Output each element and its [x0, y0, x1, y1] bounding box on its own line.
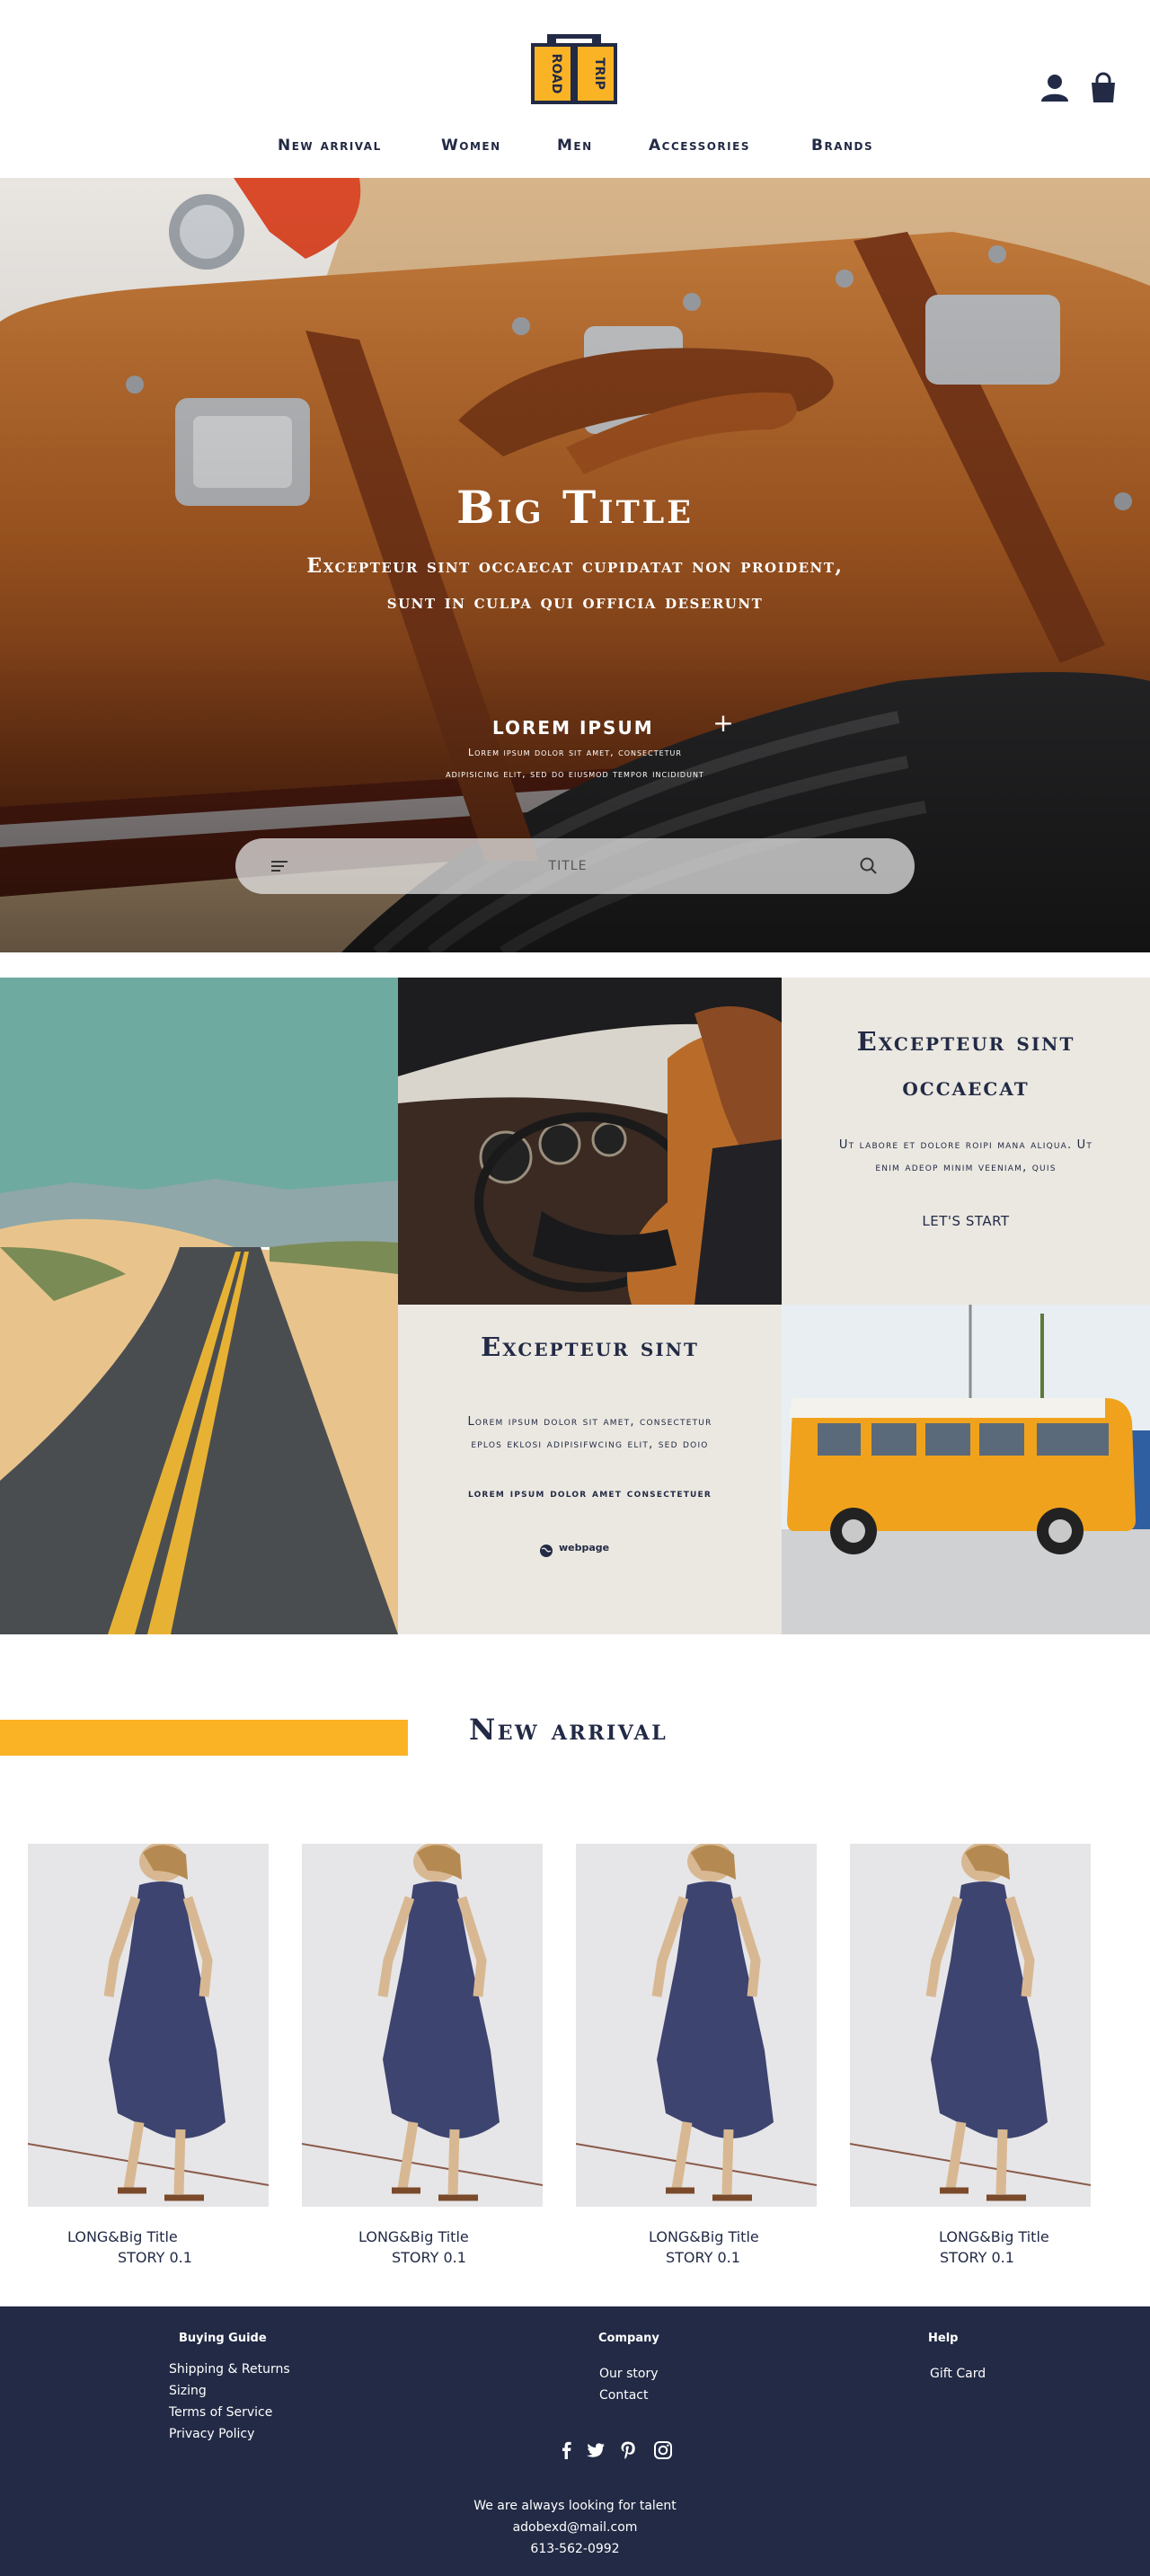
- product-title[interactable]: LONG&Big Title: [649, 2228, 759, 2245]
- footer-link-terms[interactable]: Terms of Service: [169, 2405, 272, 2420]
- search-input[interactable]: [298, 849, 837, 883]
- menu-icon[interactable]: [271, 858, 289, 874]
- hero-subtitle: Excepteur sint occaecat cupidatat non pr…: [216, 548, 934, 620]
- promo2-text-line1: Lorem ipsum dolor sit amet, consectetur: [467, 1415, 712, 1429]
- promo1-title-line2: occaecat: [902, 1071, 1030, 1102]
- facebook-icon[interactable]: [557, 2440, 577, 2460]
- footer-email-link[interactable]: adobexd@mail.com: [0, 2520, 1150, 2535]
- new-arrival-title: New arrival: [469, 1713, 668, 1747]
- product-card[interactable]: [28, 1844, 269, 2266]
- hero-small-text-line2: adipisicing elit, sed do eiusmod tempor …: [446, 768, 704, 780]
- hero-title: Big Title: [456, 481, 694, 534]
- footer-phone: 613-562-0992: [530, 2542, 620, 2556]
- footer-link-shipping-returns[interactable]: Shipping & Returns: [169, 2362, 290, 2377]
- footer-link-our-story[interactable]: Our story: [599, 2367, 659, 2381]
- hero-small-title: LOREM IPSUM: [492, 717, 654, 739]
- nav-accessories[interactable]: Accessories: [649, 137, 750, 155]
- user-icon[interactable]: [1039, 72, 1071, 104]
- product-story: STORY 0.1: [666, 2249, 740, 2266]
- logo-text-road: ROAD: [549, 54, 563, 94]
- promo1-title: Excepteur sint occaecat: [782, 1019, 1150, 1109]
- main-nav: New arrival Women Men Accessories Brands: [0, 137, 1150, 164]
- promo-card-2: Excepteur sint Lorem ipsum dolor sit ame…: [398, 1305, 782, 1634]
- road-trip-logo[interactable]: ROAD TRIP: [529, 34, 619, 106]
- product-title[interactable]: LONG&Big Title: [358, 2228, 469, 2245]
- footer-heading-help: Help: [928, 2332, 959, 2345]
- footer-link-gift-card[interactable]: Gift Card: [930, 2367, 986, 2381]
- nav-brands[interactable]: Brands: [811, 137, 873, 155]
- promo2-text: Lorem ipsum dolor sit amet, consectetur …: [416, 1411, 764, 1456]
- product-story: STORY 0.1: [118, 2249, 192, 2266]
- webpage-link-text: webpage: [559, 1542, 610, 1554]
- product-image[interactable]: [850, 1844, 1091, 2207]
- plus-icon[interactable]: +: [712, 711, 735, 736]
- site-footer: Buying Guide Shipping & Returns Sizing T…: [0, 2306, 1150, 2576]
- nav-men[interactable]: Men: [557, 137, 593, 155]
- promo-card-1: Excepteur sint occaecat Ut labore et dol…: [782, 978, 1150, 1305]
- footer-link-sizing[interactable]: Sizing: [169, 2384, 207, 2398]
- nav-new-arrival[interactable]: New arrival: [278, 137, 382, 155]
- search-icon[interactable]: [859, 856, 879, 876]
- product-card[interactable]: [576, 1844, 817, 2266]
- product-card[interactable]: [302, 1844, 543, 2266]
- promo1-text-line2: enim adeop minim veeniam, quis: [875, 1161, 1057, 1174]
- woman-driving-image: [398, 978, 782, 1305]
- yellow-van-image: [782, 1305, 1150, 1634]
- logo-text-trip: TRIP: [592, 58, 606, 90]
- product-image[interactable]: [28, 1844, 269, 2207]
- product-card[interactable]: [850, 1844, 1091, 2266]
- instagram-icon[interactable]: [653, 2440, 673, 2460]
- promo-grid: Excepteur sint occaecat Ut labore et dol…: [0, 978, 1150, 1634]
- nav-women[interactable]: Women: [441, 137, 501, 155]
- promo2-text-line2: eplos eklosi adipisifwcing elit, sed doi…: [471, 1438, 709, 1451]
- footer-link-privacy[interactable]: Privacy Policy: [169, 2427, 254, 2441]
- promo2-title: Excepteur sint: [481, 1332, 699, 1362]
- twitter-icon[interactable]: [586, 2440, 606, 2460]
- site-header: ROAD TRIP New arrival Women Men Accessor…: [0, 0, 1150, 178]
- product-title[interactable]: LONG&Big Title: [939, 2228, 1049, 2245]
- hero-banner: Big Title Excepteur sint occaecat cupida…: [0, 178, 1150, 952]
- product-title[interactable]: LONG&Big Title: [67, 2228, 178, 2245]
- promo2-subline: lorem ipsum dolor amet consectetuer: [467, 1487, 712, 1500]
- promo1-text: Ut labore et dolore roipi mana aliqua. U…: [800, 1134, 1132, 1179]
- footer-tagline: We are always looking for talent: [473, 2499, 677, 2513]
- pinterest-icon[interactable]: [618, 2440, 638, 2460]
- footer-heading-company: Company: [598, 2332, 659, 2345]
- hero-search-bar: [235, 838, 915, 894]
- new-arrival-accent-bar: [0, 1720, 408, 1756]
- footer-link-contact[interactable]: Contact: [599, 2388, 648, 2403]
- product-story: STORY 0.1: [392, 2249, 466, 2266]
- hero-small-text: Lorem ipsum dolor sit amet, consectetur …: [395, 742, 755, 785]
- product-story: STORY 0.1: [940, 2249, 1014, 2266]
- lets-start-button[interactable]: LET'S START: [876, 1213, 1056, 1229]
- desert-road-image: [0, 978, 398, 1634]
- hero-subtitle-line1: Excepteur sint occaecat cupidatat non pr…: [306, 554, 844, 578]
- shopping-bag-icon[interactable]: [1087, 72, 1119, 104]
- footer-heading-buying-guide: Buying Guide: [179, 2332, 267, 2345]
- hero-subtitle-line2: sunt in culpa qui officia deserunt: [386, 590, 764, 614]
- promo1-title-line1: Excepteur sint: [856, 1026, 1075, 1057]
- product-image[interactable]: [576, 1844, 817, 2207]
- promo1-text-line1: Ut labore et dolore roipi mana aliqua. U…: [838, 1138, 1093, 1152]
- hero-small-text-line1: Lorem ipsum dolor sit amet, consectetur: [468, 747, 682, 758]
- product-image[interactable]: [302, 1844, 543, 2207]
- globe-icon: [540, 1545, 553, 1557]
